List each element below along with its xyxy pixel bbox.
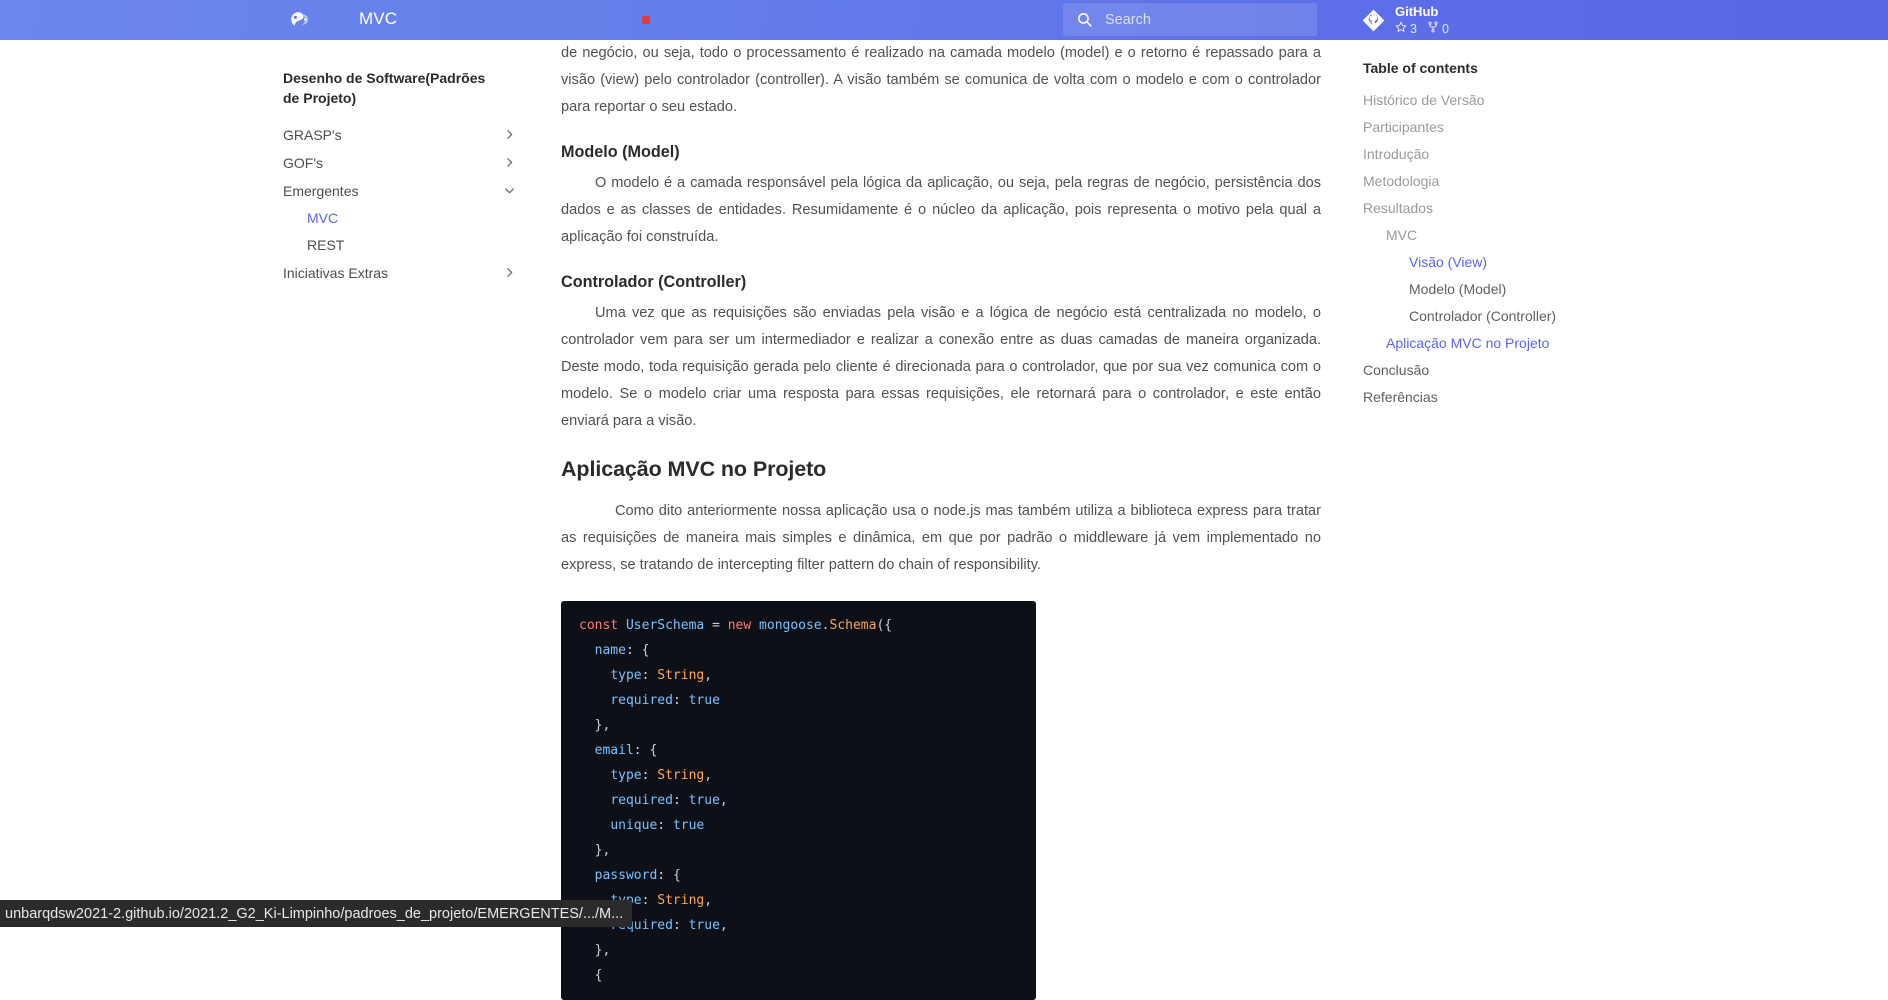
chevron-right-icon[interactable] <box>501 127 517 143</box>
search-icon <box>1075 11 1093 29</box>
chevron-right-icon[interactable] <box>501 265 517 281</box>
red-dot-indicator <box>642 16 650 24</box>
fork-icon <box>1427 21 1439 38</box>
yin-yang-logo-icon[interactable] <box>285 6 314 35</box>
toc-item-conclusao[interactable]: Conclusão <box>1363 357 1633 384</box>
toc-item-referencias[interactable]: Referências <box>1363 384 1633 411</box>
chevron-down-icon[interactable] <box>501 183 517 199</box>
toc-item-historico-de-versao[interactable]: Histórico de Versão <box>1363 87 1633 114</box>
controlador-paragraph: Uma vez que as requisições são enviadas … <box>561 300 1321 435</box>
table-of-contents: Table of contents Histórico de Versão Pa… <box>1363 60 1633 411</box>
sidebar-item-iniciativas-extras[interactable]: Iniciativas Extras <box>283 259 523 287</box>
sidebar-item-label: GRASP's <box>283 127 342 143</box>
site-header: MVC GitHub <box>0 0 1888 40</box>
github-icon <box>1360 8 1386 34</box>
sidebar-item-label: Iniciativas Extras <box>283 265 388 281</box>
repo-forks-count: 0 <box>1442 22 1449 38</box>
sidebar-item-grasps[interactable]: GRASP's <box>283 121 523 149</box>
sidebar-title: Desenho de Software(Padrões de Projeto) <box>283 68 503 109</box>
sidebar-item-label: REST <box>307 237 344 253</box>
page-body: Desenho de Software(Padrões de Projeto) … <box>0 40 1888 927</box>
toc-item-visao-view[interactable]: Visão (View) <box>1363 249 1633 276</box>
main-content: de negócio, ou seja, todo o processament… <box>561 40 1321 1000</box>
toc-item-controlador-controller[interactable]: Controlador (Controller) <box>1363 303 1633 330</box>
sidebar-item-mvc[interactable]: MVC <box>283 205 523 232</box>
modelo-paragraph: O modelo é a camada responsável pela lóg… <box>561 170 1321 251</box>
toc-item-introducao[interactable]: Introdução <box>1363 141 1633 168</box>
toc-item-modelo-model[interactable]: Modelo (Model) <box>1363 276 1633 303</box>
repo-forks: 0 <box>1427 21 1449 38</box>
star-icon <box>1395 21 1407 38</box>
heading-modelo: Modelo (Model) <box>561 143 1321 162</box>
modelo-paragraph-text: O modelo é a camada responsável pela lóg… <box>561 175 1321 245</box>
sidebar-item-label: Emergentes <box>283 183 358 199</box>
repo-stars-count: 3 <box>1410 22 1417 38</box>
search-input[interactable] <box>1105 3 1317 36</box>
toc-title: Table of contents <box>1363 60 1633 76</box>
toc-item-mvc[interactable]: MVC <box>1363 222 1633 249</box>
status-bar-url: unbarqdsw2021-2.github.io/2021.2_G2_Ki-L… <box>0 900 632 927</box>
primary-sidebar: Desenho de Software(Padrões de Projeto) … <box>283 68 523 287</box>
aplicacao-paragraph: Como dito anteriormente nossa aplicação … <box>561 498 1321 579</box>
code-block[interactable]: const UserSchema = new mongoose.Schema({… <box>561 601 1036 1000</box>
sidebar-item-label: MVC <box>307 210 338 226</box>
toc-item-aplicacao-mvc-no-projeto[interactable]: Aplicação MVC no Projeto <box>1363 330 1633 357</box>
chevron-right-icon[interactable] <box>501 155 517 171</box>
toc-item-participantes[interactable]: Participantes <box>1363 114 1633 141</box>
heading-controlador: Controlador (Controller) <box>561 273 1321 292</box>
aplicacao-paragraph-text: Como dito anteriormente nossa aplicação … <box>561 503 1321 573</box>
sidebar-item-gofs[interactable]: GOF's <box>283 149 523 177</box>
heading-aplicacao-mvc: Aplicação MVC no Projeto <box>561 457 1321 482</box>
repo-name: GitHub <box>1395 4 1449 20</box>
search-box[interactable] <box>1063 3 1317 36</box>
page-title: MVC <box>359 9 397 29</box>
toc-item-metodologia[interactable]: Metodologia <box>1363 168 1633 195</box>
toc-item-resultados[interactable]: Resultados <box>1363 195 1633 222</box>
github-repo-link[interactable]: GitHub 3 <box>1360 4 1449 38</box>
intro-paragraph: de negócio, ou seja, todo o processament… <box>561 40 1321 121</box>
sidebar-item-label: GOF's <box>283 155 323 171</box>
code-content: const UserSchema = new mongoose.Schema({… <box>561 613 1036 988</box>
sidebar-item-rest[interactable]: REST <box>283 232 523 259</box>
controlador-paragraph-text: Uma vez que as requisições são enviadas … <box>561 305 1321 429</box>
repo-stars: 3 <box>1395 21 1417 38</box>
sidebar-item-emergentes[interactable]: Emergentes <box>283 177 523 205</box>
